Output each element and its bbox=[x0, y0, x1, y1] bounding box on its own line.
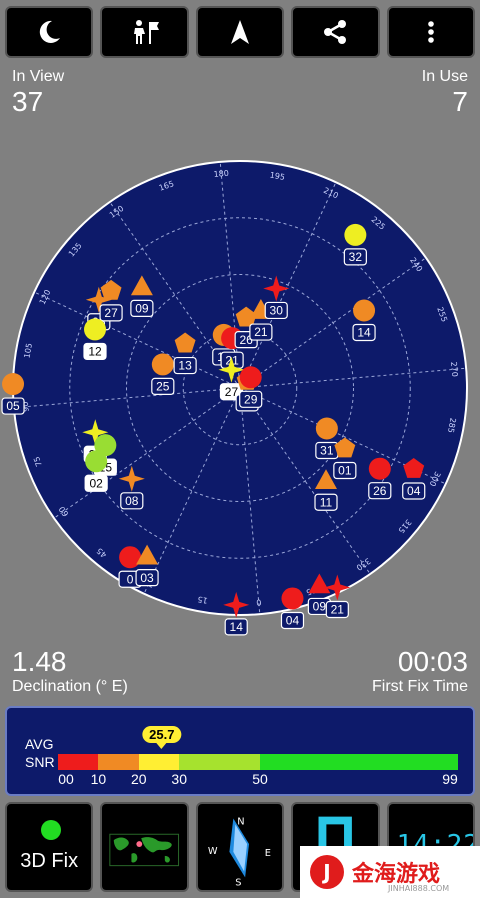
satellite-id: 25 bbox=[156, 380, 170, 394]
satellite-id: 14 bbox=[230, 620, 244, 634]
satellite-id: 04 bbox=[286, 614, 300, 628]
in-use-value: 7 bbox=[452, 86, 468, 117]
first-fix-label: First Fix Time bbox=[372, 678, 468, 695]
fix-status-button[interactable]: 3D Fix bbox=[5, 802, 94, 892]
satellite-marker bbox=[353, 299, 376, 322]
satellite-id: 09 bbox=[313, 600, 327, 614]
compass-button[interactable]: N W E S bbox=[195, 802, 285, 892]
satellite-marker bbox=[281, 587, 304, 610]
satellite-id: 03 bbox=[140, 571, 154, 585]
satellite-marker bbox=[315, 417, 338, 440]
satellite-marker bbox=[151, 353, 174, 376]
declination-stat: 1.48 Declination (° E) bbox=[12, 646, 128, 696]
satellite-id: 02 bbox=[89, 476, 103, 490]
navigate-button[interactable] bbox=[195, 6, 285, 58]
satellite-id: 21 bbox=[331, 603, 345, 617]
watermark-sub: JINHAI888.COM bbox=[388, 884, 450, 893]
moon-icon bbox=[40, 20, 61, 43]
satellite-id: 29 bbox=[244, 392, 258, 406]
snr-tick-label: 00 bbox=[58, 771, 74, 787]
watermark: J 金海游戏 JINHAI888.COM bbox=[300, 846, 480, 898]
satellite-id: 13 bbox=[178, 359, 192, 373]
snr-avg-label: AVG bbox=[25, 736, 54, 752]
in-view-stat: In View 37 bbox=[12, 68, 64, 118]
snr-tick-label: 99 bbox=[442, 771, 458, 787]
satellite-id: 0 bbox=[127, 572, 134, 586]
first-fix-value: 00:03 bbox=[397, 646, 468, 677]
satellite-id: 05 bbox=[6, 399, 20, 413]
snr-segment bbox=[58, 754, 99, 770]
snr-label: SNR bbox=[25, 754, 55, 770]
snr-tick-label: 20 bbox=[131, 771, 147, 787]
navigation-arrow-icon bbox=[231, 20, 250, 44]
in-view-value: 37 bbox=[12, 86, 44, 117]
satellite-marker bbox=[84, 318, 107, 341]
satellite-id: 27 bbox=[104, 306, 118, 320]
in-use-label: In Use bbox=[421, 68, 468, 85]
snr-color-bar bbox=[58, 754, 458, 770]
share-icon bbox=[324, 20, 347, 44]
satellite-id: 04 bbox=[407, 484, 421, 498]
in-use-stat: In Use 7 bbox=[422, 68, 468, 118]
menu-button[interactable] bbox=[386, 6, 476, 58]
satellite-id: 09 bbox=[135, 302, 149, 316]
watermark-logo-icon: J bbox=[310, 855, 344, 889]
snr-segment bbox=[179, 754, 260, 770]
satellite-marker bbox=[239, 366, 262, 389]
in-view-label: In View bbox=[12, 68, 65, 85]
satellite-marker bbox=[85, 450, 108, 473]
satellite-id: 32 bbox=[349, 250, 363, 264]
satellite-id: 12 bbox=[88, 345, 102, 359]
svg-text:E: E bbox=[265, 848, 271, 859]
snr-ticks: 00 10 20 30 50 99 bbox=[58, 771, 458, 789]
more-vert-icon bbox=[428, 21, 434, 43]
first-fix-stat: 00:03 First Fix Time bbox=[372, 646, 468, 696]
azimuth-label: 15 bbox=[197, 594, 209, 605]
night-mode-button[interactable] bbox=[5, 6, 94, 58]
satellite-id: 11 bbox=[320, 495, 333, 509]
satellite-id: 30 bbox=[270, 304, 284, 318]
snr-tick-label: 30 bbox=[171, 771, 187, 787]
share-button[interactable] bbox=[291, 6, 380, 58]
satellite-id: 31 bbox=[320, 444, 334, 458]
snr-panel[interactable]: AVG SNR 25.7 00 10 20 30 50 99 bbox=[5, 706, 475, 796]
person-flag-icon bbox=[133, 20, 159, 44]
snr-tick-label: 10 bbox=[90, 771, 107, 787]
snr-segment bbox=[259, 754, 458, 770]
satellite-id: 14 bbox=[357, 326, 371, 340]
svg-text:S: S bbox=[235, 877, 241, 888]
snr-tick-label: 50 bbox=[252, 771, 268, 787]
compass-icon: N W E S bbox=[208, 816, 271, 888]
world-map-button[interactable] bbox=[100, 802, 189, 892]
satellite-sky-plot[interactable]: 0153045607590105120135150165180195210225… bbox=[0, 150, 480, 640]
fix-indicator-icon bbox=[41, 820, 61, 840]
azimuth-label: 180 bbox=[213, 169, 229, 179]
satellite-id: 01 bbox=[338, 464, 352, 478]
fix-label: 3D Fix bbox=[20, 850, 79, 872]
satellite-marker bbox=[344, 223, 367, 246]
world-map-icon bbox=[109, 833, 180, 867]
declination-label: Declination (° E) bbox=[12, 678, 128, 695]
satellite-marker bbox=[2, 373, 25, 396]
satellite-id: 08 bbox=[125, 494, 139, 508]
mode-button[interactable] bbox=[100, 6, 189, 58]
snr-avg-bubble: 25.7 bbox=[142, 726, 182, 749]
svg-text:N: N bbox=[237, 816, 244, 827]
azimuth-label: 0 bbox=[256, 597, 262, 606]
snr-segment bbox=[138, 754, 180, 770]
svg-text:W: W bbox=[208, 846, 218, 857]
satellite-id: 26 bbox=[373, 484, 387, 498]
top-toolbar bbox=[5, 6, 476, 58]
satellite-marker bbox=[368, 457, 391, 480]
azimuth-label: 270 bbox=[449, 361, 459, 377]
snr-segment bbox=[98, 754, 139, 770]
satellite-marker bbox=[119, 546, 142, 569]
satellite-id: 21 bbox=[254, 325, 268, 339]
declination-value: 1.48 bbox=[12, 646, 67, 677]
